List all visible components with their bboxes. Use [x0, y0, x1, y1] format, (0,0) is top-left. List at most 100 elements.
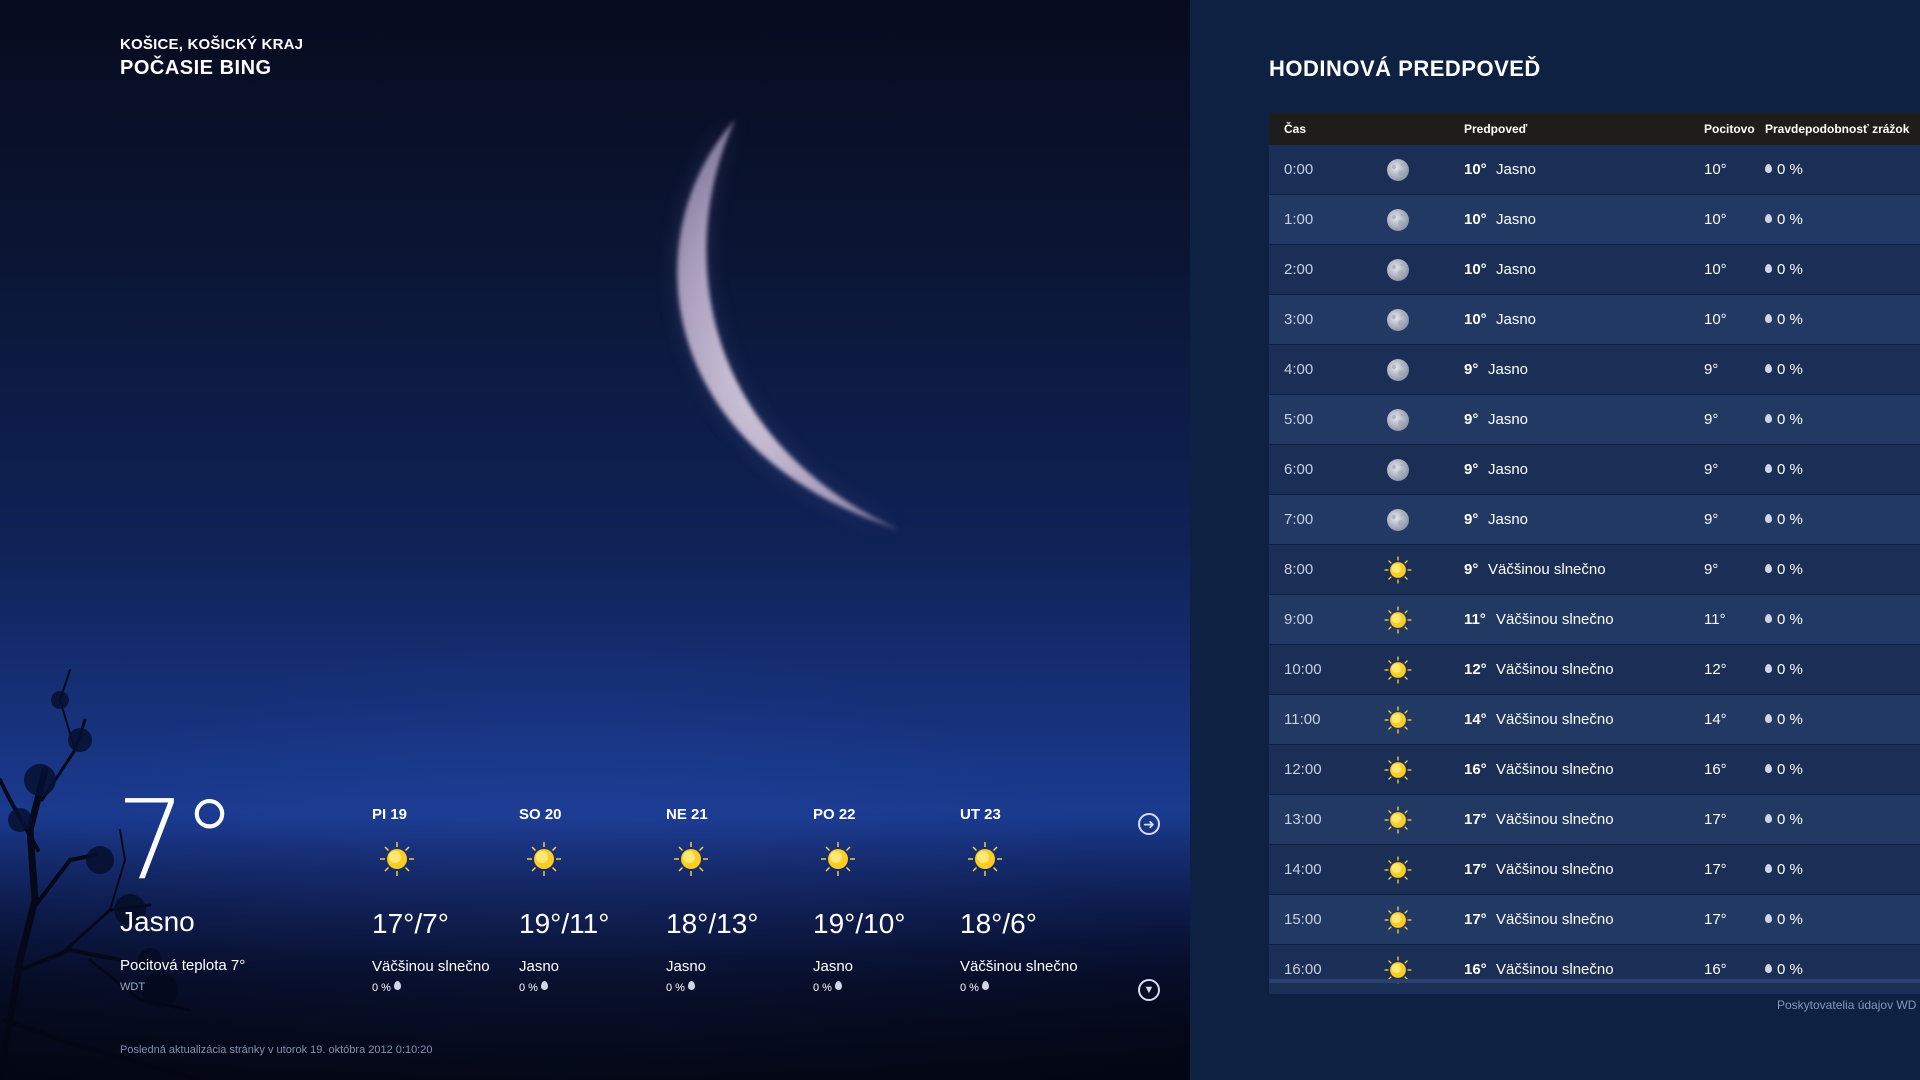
hour-time: 3:00: [1284, 311, 1314, 328]
daily-forecast-item[interactable]: PO 22 19°/10° Jasno 0 %: [813, 806, 963, 994]
header-time: Čas: [1284, 122, 1307, 136]
hour-precip: 0 %: [1765, 461, 1803, 478]
daily-forecast-item[interactable]: SO 20 19°/11° Jasno 0 %: [519, 806, 669, 994]
hour-time: 4:00: [1284, 361, 1314, 378]
raindrop-icon: [1765, 214, 1772, 223]
table-row[interactable]: 15:00 17° Väčšinou slnečno 17° 0 %: [1269, 895, 1920, 945]
hour-condition: Jasno: [1488, 411, 1529, 428]
hour-precip: 0 %: [1765, 411, 1803, 428]
daily-forecast-item[interactable]: PI 19 17°/7° Väčšinou slnečno 0 %: [372, 806, 522, 994]
hour-condition: Jasno: [1496, 311, 1537, 328]
hour-feels: 16°: [1704, 761, 1727, 778]
raindrop-icon: [982, 981, 990, 990]
arrow-right-circle-icon[interactable]: ➜: [1138, 813, 1160, 835]
hour-condition: Jasno: [1496, 261, 1537, 278]
raindrop-icon: [1765, 164, 1772, 173]
table-row[interactable]: 6:00 9° Jasno 9° 0 %: [1269, 445, 1920, 495]
table-row[interactable]: 5:00 9° Jasno 9° 0 %: [1269, 395, 1920, 445]
hour-time: 12:00: [1284, 761, 1322, 778]
hour-temp: 10°: [1464, 161, 1487, 178]
table-row[interactable]: 11:00 14° Väčšinou slnečno 14° 0 %: [1269, 695, 1920, 745]
table-row[interactable]: 4:00 9° Jasno 9° 0 %: [1269, 345, 1920, 395]
hour-temp: 9°: [1464, 461, 1479, 478]
sun-icon: [1383, 705, 1413, 735]
hour-feels: 10°: [1704, 261, 1727, 278]
hour-time: 1:00: [1284, 211, 1314, 228]
hour-time: 8:00: [1284, 561, 1314, 578]
current-condition: Jasno: [120, 906, 195, 937]
table-row[interactable]: 10:00 12° Väčšinou slnečno 12° 0 %: [1269, 645, 1920, 695]
hour-feels: 10°: [1704, 161, 1727, 178]
table-row[interactable]: 12:00 16° Väčšinou slnečno 16° 0 %: [1269, 745, 1920, 795]
hour-condition: Jasno: [1488, 461, 1529, 478]
hour-feels: 9°: [1704, 461, 1719, 478]
hourly-title: HODINOVÁ PREDPOVEĎ: [1269, 56, 1541, 81]
current-temp-value: 7°: [116, 776, 237, 904]
raindrop-icon: [1765, 564, 1772, 573]
raindrop-icon: [1765, 464, 1772, 473]
sun-icon: [1383, 555, 1413, 585]
hour-temp: 10°: [1464, 311, 1487, 328]
raindrop-icon: [1765, 664, 1772, 673]
hour-time: 15:00: [1284, 911, 1322, 928]
location-name: KOŠICE, KOŠICKÝ KRAJ: [120, 36, 304, 53]
table-row[interactable]: 3:00 10° Jasno 10° 0 %: [1269, 295, 1920, 345]
hour-time: 11:00: [1284, 711, 1321, 728]
sun-icon: [378, 840, 416, 878]
moon-icon: [1383, 205, 1413, 235]
hour-temp: 9°: [1464, 411, 1479, 428]
moon-icon: [1383, 505, 1413, 535]
hourly-table: Čas Predpoveď Pocitovo Pravdepodobnosť z…: [1269, 113, 1920, 995]
table-row[interactable]: 1:00 10° Jasno 10° 0 %: [1269, 195, 1920, 245]
hero-background: KOŠICE, KOŠICKÝ KRAJ POČASIE BING 7° Jas…: [0, 0, 1190, 1080]
hour-condition: Väčšinou slnečno: [1488, 561, 1606, 578]
hour-time: 13:00: [1284, 811, 1322, 828]
hourly-forecast-panel: HODINOVÁ PREDPOVEĎ Čas Predpoveď Pocitov…: [1190, 0, 1920, 1080]
last-update-text: Posledná aktualizácia stránky v utorok 1…: [120, 1044, 433, 1056]
sun-icon: [1383, 755, 1413, 785]
sun-icon: [525, 840, 563, 878]
raindrop-icon: [541, 981, 549, 990]
temp-range: 19°/11°: [519, 908, 610, 939]
raindrop-icon: [394, 981, 402, 990]
hour-precip: 0 %: [1765, 311, 1803, 328]
hour-temp: 10°: [1464, 261, 1487, 278]
table-row[interactable]: 8:00 9° Väčšinou slnečno 9° 0 %: [1269, 545, 1920, 595]
daily-forecast-item[interactable]: UT 23 18°/6° Väčšinou slnečno 0 %: [960, 806, 1110, 994]
data-providers[interactable]: Poskytovatelia údajov WD: [1777, 998, 1916, 1012]
daily-forecast-item[interactable]: NE 21 18°/13° Jasno 0 %: [666, 806, 816, 994]
table-row[interactable]: 7:00 9° Jasno 9° 0 %: [1269, 495, 1920, 545]
hour-precip: 0 %: [1765, 261, 1803, 278]
hour-precip: 0 %: [1765, 711, 1803, 728]
hour-temp: 17°: [1464, 911, 1487, 928]
day-precip: 0 %: [813, 981, 847, 994]
hour-precip: 0 %: [1765, 511, 1803, 528]
table-row[interactable]: 16:00 16° Väčšinou slnečno 16° 0 %: [1269, 945, 1920, 995]
scrollbar[interactable]: [1269, 979, 1920, 983]
table-row[interactable]: 13:00 17° Väčšinou slnečno 17° 0 %: [1269, 795, 1920, 845]
table-row[interactable]: 0:00 10° Jasno 10° 0 %: [1269, 145, 1920, 195]
hour-precip: 0 %: [1765, 861, 1803, 878]
moon-icon: [1383, 305, 1413, 335]
day-label: PI 19: [372, 806, 408, 823]
day-condition: Jasno: [666, 958, 707, 975]
hour-temp: 14°: [1464, 711, 1487, 728]
header-forecast: Predpoveď: [1464, 122, 1528, 136]
hour-temp: 12°: [1464, 661, 1487, 678]
hour-precip: 0 %: [1765, 761, 1803, 778]
temp-range: 19°/10°: [813, 908, 906, 939]
hour-feels: 11°: [1704, 611, 1726, 628]
hourly-rows: 0:00 10° Jasno 10° 0 % 1:00 10° Jasno 10° 0 % 2:00…: [1269, 145, 1920, 995]
raindrop-icon: [1765, 764, 1772, 773]
table-row[interactable]: 2:00 10° Jasno 10° 0 %: [1269, 245, 1920, 295]
table-row[interactable]: 14:00 17° Väčšinou slnečno 17° 0 %: [1269, 845, 1920, 895]
day-condition: Väčšinou slnečno: [372, 958, 490, 975]
hour-feels: 16°: [1704, 961, 1727, 978]
hour-temp: 9°: [1464, 361, 1479, 378]
raindrop-icon: [1765, 914, 1772, 923]
hour-time: 2:00: [1284, 261, 1314, 278]
day-label: SO 20: [519, 806, 562, 823]
table-row[interactable]: 9:00 11° Väčšinou slnečno 11° 0 %: [1269, 595, 1920, 645]
hour-feels: 17°: [1704, 811, 1727, 828]
arrow-down-circle-icon[interactable]: ▼: [1138, 979, 1160, 1001]
